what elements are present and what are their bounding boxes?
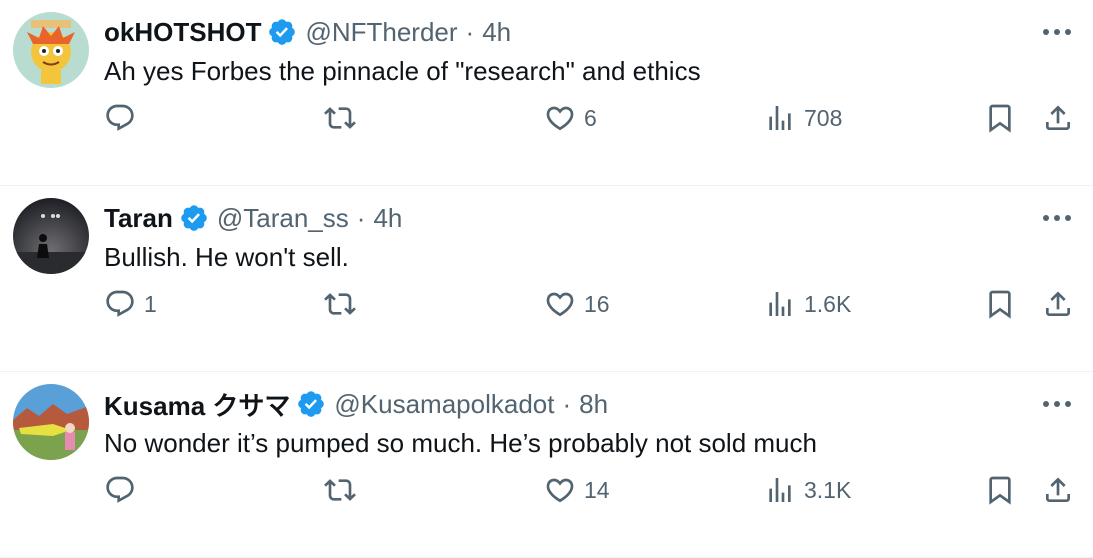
like-button[interactable]: 14	[544, 472, 610, 508]
tweet-header: Kusama クサマ @Kusamapolkadot · 8h	[104, 386, 608, 422]
action-bar: 1 16 1.6K	[104, 286, 1077, 322]
retweet-button[interactable]	[324, 100, 364, 136]
share-icon	[1042, 474, 1074, 506]
views-icon	[764, 474, 796, 506]
reply-icon	[104, 474, 136, 506]
tweet[interactable]: Kusama クサマ @Kusamapolkadot · 8h No wonde…	[0, 372, 1093, 558]
user-handle[interactable]: @NFTherder	[305, 17, 457, 48]
verified-icon	[296, 389, 326, 419]
share-icon	[1042, 102, 1074, 134]
action-bar: 6 708	[104, 100, 1077, 136]
like-button[interactable]: 16	[544, 286, 610, 322]
views-count: 3.1K	[804, 476, 852, 503]
bookmark-icon	[984, 288, 1016, 320]
tweet-text: Ah yes Forbes the pinnacle of "research"…	[104, 56, 701, 86]
tweet[interactable]: Taran @Taran_ss · 4h Bullish. He won't s…	[0, 186, 1093, 372]
tweet-text: No wonder it’s pumped so much. He’s prob…	[104, 428, 817, 458]
like-count: 6	[584, 104, 597, 131]
like-icon	[544, 288, 576, 320]
bookmark-icon	[984, 102, 1016, 134]
more-icon[interactable]	[1041, 20, 1073, 44]
user-handle[interactable]: @Taran_ss	[217, 203, 349, 234]
reply-icon	[104, 102, 136, 134]
share-icon	[1042, 288, 1074, 320]
user-handle[interactable]: @Kusamapolkadot	[334, 389, 554, 420]
tweet[interactable]: okHOTSHOT @NFTherder · 4h Ah yes Forbes …	[0, 0, 1093, 186]
bookmark-button[interactable]	[984, 286, 1016, 322]
views-button[interactable]: 3.1K	[764, 472, 851, 508]
bookmark-icon	[984, 474, 1016, 506]
reply-button[interactable]	[104, 472, 144, 508]
more-icon[interactable]	[1041, 392, 1073, 416]
avatar[interactable]	[13, 198, 89, 274]
reply-button[interactable]	[104, 100, 144, 136]
reply-button[interactable]: 1	[104, 286, 157, 322]
tweet-text: Bullish. He won't sell.	[104, 242, 349, 272]
display-name[interactable]: okHOTSHOT	[104, 17, 261, 48]
tweet-header: okHOTSHOT @NFTherder · 4h	[104, 14, 511, 50]
reply-count: 1	[144, 290, 157, 317]
share-button[interactable]	[1042, 100, 1074, 136]
views-count: 708	[804, 104, 843, 131]
like-icon	[544, 102, 576, 134]
retweet-icon	[324, 474, 356, 506]
like-icon	[544, 474, 576, 506]
tweet-header: Taran @Taran_ss · 4h	[104, 200, 402, 236]
views-button[interactable]: 708	[764, 100, 842, 136]
share-button[interactable]	[1042, 286, 1074, 322]
views-button[interactable]: 1.6K	[764, 286, 851, 322]
retweet-button[interactable]	[324, 472, 364, 508]
like-count: 14	[584, 476, 610, 503]
display-name[interactable]: Taran	[104, 203, 173, 234]
verified-icon	[179, 203, 209, 233]
retweet-icon	[324, 102, 356, 134]
views-count: 1.6K	[804, 290, 852, 317]
avatar[interactable]	[13, 12, 89, 88]
share-button[interactable]	[1042, 472, 1074, 508]
retweet-icon	[324, 288, 356, 320]
like-button[interactable]: 6	[544, 100, 597, 136]
views-icon	[764, 102, 796, 134]
verified-icon	[267, 17, 297, 47]
timestamp[interactable]: 4h	[482, 17, 511, 48]
separator-dot: ·	[465, 16, 475, 47]
display-name[interactable]: Kusama クサマ	[104, 386, 290, 423]
separator-dot: ·	[356, 202, 366, 233]
reply-icon	[104, 288, 136, 320]
action-bar: 14 3.1K	[104, 472, 1077, 508]
separator-dot: ·	[562, 388, 572, 419]
views-icon	[764, 288, 796, 320]
more-icon[interactable]	[1041, 206, 1073, 230]
bookmark-button[interactable]	[984, 100, 1016, 136]
timestamp[interactable]: 8h	[579, 389, 608, 420]
retweet-button[interactable]	[324, 286, 364, 322]
bookmark-button[interactable]	[984, 472, 1016, 508]
like-count: 16	[584, 290, 610, 317]
timestamp[interactable]: 4h	[373, 203, 402, 234]
avatar[interactable]	[13, 384, 89, 460]
